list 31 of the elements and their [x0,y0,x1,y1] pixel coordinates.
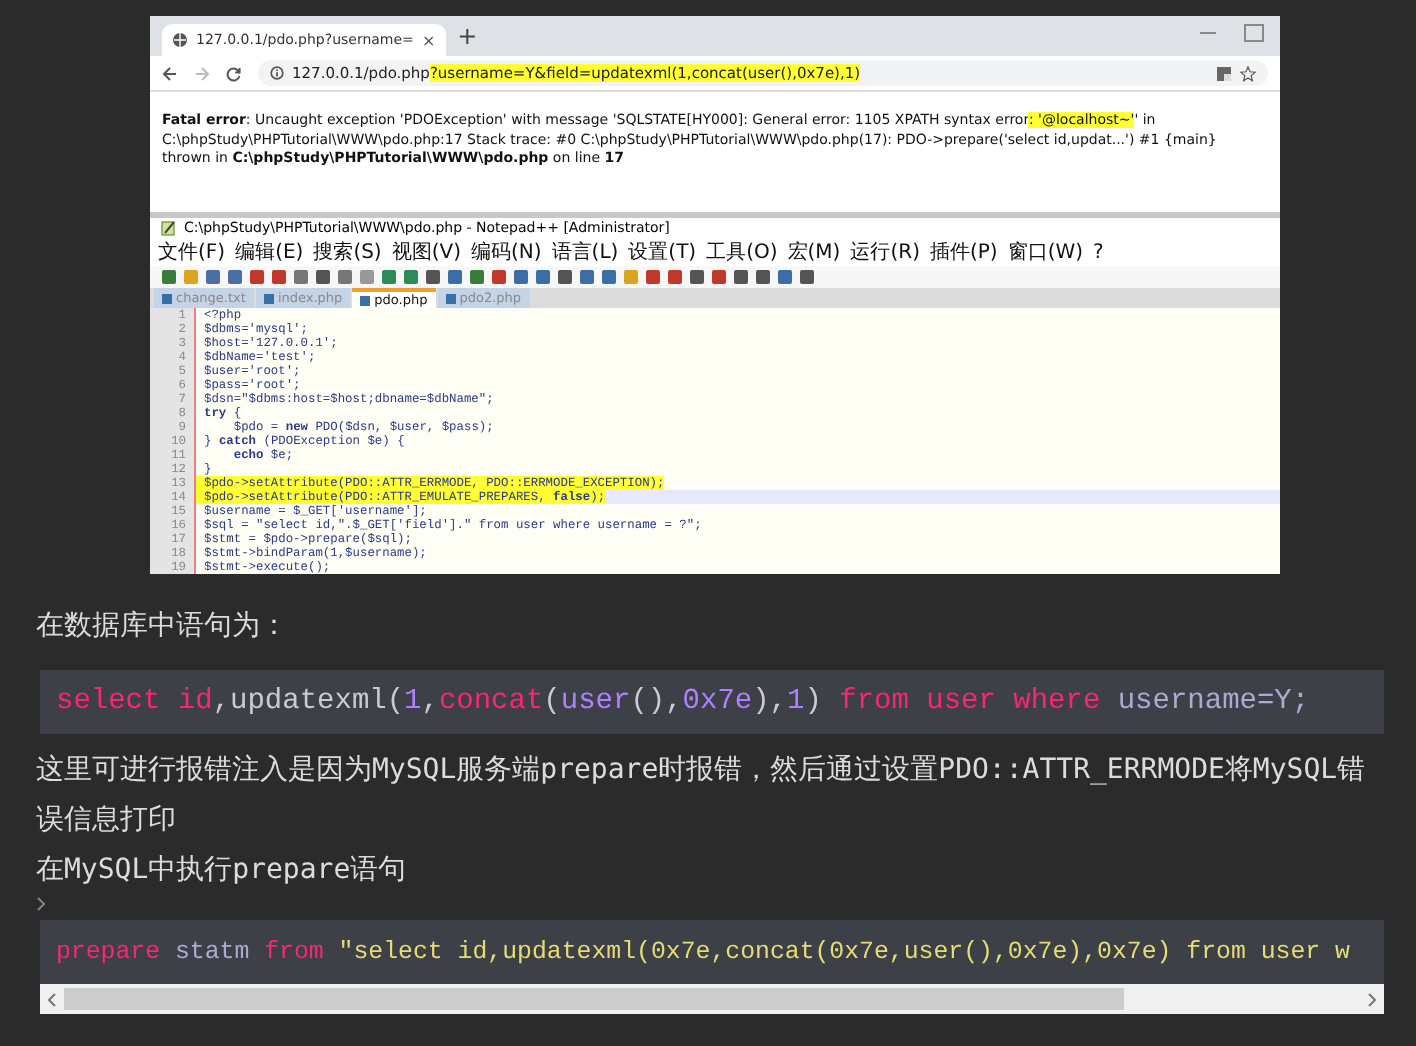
reload-icon[interactable] [226,65,242,81]
paragraph: 在MySQL中执行prepare语句 [36,852,409,890]
menu-item[interactable]: ? [1093,241,1104,264]
menu-item[interactable]: 视图(V) [391,238,461,267]
info-icon [270,66,284,80]
code-block: prepare statm from "select id,updatexml(0x7e,concat(0x7e,user(),0x7e),0x7e) from user w [40,920,1384,984]
new-tab-button[interactable]: + [457,22,478,50]
notepad-icon [160,220,176,237]
menu-item[interactable]: 插件(P) [929,238,998,267]
back-icon[interactable] [162,65,178,81]
scrollbar[interactable] [40,984,1384,1014]
menu-item[interactable]: 语言(L) [551,238,619,267]
menu-item[interactable]: 工具(O) [706,238,778,267]
menu-item[interactable]: 编辑(E) [235,238,304,267]
close-tab-button[interactable]: × [421,31,436,49]
menu-item[interactable]: 文件(F) [158,238,226,267]
translate-icon[interactable] [1216,65,1232,81]
menu-item[interactable]: 窗口(W) [1007,238,1084,267]
menu-item[interactable]: 搜索(S) [313,238,382,267]
paragraph: 这里可进行报错注入是因为MySQL服务端prepare时报错，然后通过设置PDO::ATTR_ERRMODE将MySQL错误信息打印 [36,752,1368,840]
star-icon[interactable] [1240,65,1256,81]
scrollbar-thumb[interactable] [64,988,1124,1010]
globe-icon [172,32,188,48]
menu-item[interactable]: 运行(R) [850,238,920,267]
chevron-icon [36,896,46,912]
maximize-icon[interactable] [1244,24,1264,42]
menu-item[interactable]: 编码(N) [471,238,542,267]
code-block: select id,updatexml(1,concat(user(),0x7e),1) from user where username=Y; [40,670,1384,734]
menu-item[interactable]: 设置(T) [628,238,697,267]
paragraph: 在数据库中语句为： [36,608,290,646]
menu-item[interactable]: 宏(M) [787,238,841,267]
